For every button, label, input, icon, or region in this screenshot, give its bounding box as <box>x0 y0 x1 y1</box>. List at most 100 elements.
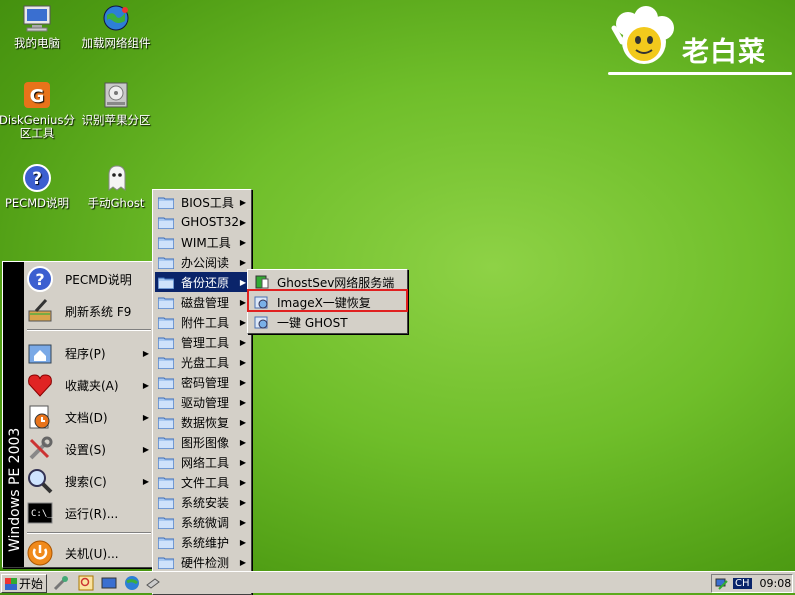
system-tray: CH 09:08 <box>711 574 793 593</box>
submenu-arrow-icon: ▶ <box>239 477 246 487</box>
language-indicator[interactable]: CH <box>733 578 752 589</box>
programs-item-label: 系统安装 <box>181 495 230 510</box>
ghost-icon <box>100 162 132 194</box>
start-item-pecmd-help[interactable]: ? PECMD说明 <box>25 264 153 294</box>
start-item-documents[interactable]: 文档(D) ▶ <box>25 402 153 432</box>
programs-item[interactable]: 硬件检测 ▶ <box>155 552 249 572</box>
programs-item[interactable]: 系统安装 ▶ <box>155 492 249 512</box>
programs-item[interactable]: 驱动管理 ▶ <box>155 392 249 412</box>
network-tray-icon[interactable] <box>715 577 729 591</box>
submenu-arrow-icon: ▶ <box>142 348 149 358</box>
folder-icon <box>158 357 174 369</box>
programs-item-label: 数据恢复 <box>181 415 230 430</box>
programs-item[interactable]: 系统微调 ▶ <box>155 512 249 532</box>
start-menu-band: Windows PE 2003 <box>3 262 24 567</box>
desktop-icon-apple-partition[interactable]: 识别苹果分区 <box>73 79 159 127</box>
programs-item[interactable]: 系统维护 ▶ <box>155 532 249 552</box>
programs-item[interactable]: 文件工具 ▶ <box>155 472 249 492</box>
start-item-run[interactable]: C:\_ 运行(R)... <box>25 498 153 528</box>
programs-item[interactable]: 附件工具 ▶ <box>155 312 249 332</box>
start-menu-band-text: Windows PE 2003 <box>7 427 23 552</box>
quicklaunch-tool-icon[interactable] <box>53 575 69 591</box>
folder-icon <box>158 397 174 409</box>
submenu-arrow-icon: ▶ <box>142 412 149 422</box>
computer-icon <box>21 2 53 34</box>
programs-item-label: 文件工具 <box>181 475 230 490</box>
start-item-shutdown[interactable]: 关机(U)... <box>25 538 153 568</box>
svg-text:?: ? <box>32 169 42 189</box>
programs-item[interactable]: 管理工具 ▶ <box>155 332 249 352</box>
desktop-icon-diskgenius[interactable]: G DiskGenius分区工具 <box>0 79 80 140</box>
start-item-label: PECMD说明 <box>65 272 132 287</box>
start-item-label: 收藏夹(A) <box>65 378 119 393</box>
logo-text: 老白菜 <box>682 37 766 68</box>
quicklaunch-desktop-icon[interactable] <box>101 575 117 591</box>
logo-underline <box>608 72 792 75</box>
desktop-icon-manual-ghost[interactable]: 手动Ghost <box>73 162 159 210</box>
desktop-icon-network[interactable]: 加载网络组件 <box>73 2 159 50</box>
start-item-programs[interactable]: 程序(P) ▶ <box>25 338 153 368</box>
programs-item[interactable]: 数据恢复 ▶ <box>155 412 249 432</box>
svg-text:G: G <box>30 86 45 107</box>
programs-item[interactable]: 图形图像 ▶ <box>155 432 249 452</box>
start-button-label: 开始 <box>19 577 44 591</box>
programs-item[interactable]: 网络工具 ▶ <box>155 452 249 472</box>
programs-item[interactable]: GHOST32 ▶ <box>155 212 249 232</box>
programs-item[interactable]: 办公阅读 ▶ <box>155 252 249 272</box>
start-item-label: 运行(R)... <box>65 506 119 521</box>
programs-item-label: GHOST32 <box>181 215 239 229</box>
programs-item-label: 办公阅读 <box>181 255 230 270</box>
submenu-arrow-icon: ▶ <box>239 417 246 427</box>
submenu-arrow-icon: ▶ <box>239 217 246 227</box>
quicklaunch-drive-icon[interactable] <box>145 575 161 591</box>
diskgenius-icon: G <box>21 79 53 111</box>
backup-item[interactable]: 一键 GHOST <box>250 312 403 332</box>
programs-item-label: 磁盘管理 <box>181 295 230 310</box>
desktop-icon-label: 识别苹果分区 <box>81 113 151 127</box>
folder-icon <box>158 277 174 289</box>
search-icon <box>25 466 55 496</box>
submenu-arrow-icon: ▶ <box>239 317 246 327</box>
settings-tools-icon <box>25 434 55 464</box>
submenu-arrow-icon: ▶ <box>239 257 246 267</box>
programs-item[interactable]: 光盘工具 ▶ <box>155 352 249 372</box>
quicklaunch-browser-icon[interactable] <box>124 575 140 591</box>
submenu-arrow-icon: ▶ <box>142 444 149 454</box>
start-item-settings[interactable]: 设置(S) ▶ <box>25 434 153 464</box>
programs-item[interactable]: 磁盘管理 ▶ <box>155 292 249 312</box>
start-menu: Windows PE 2003 ? PECMD说明 刷新系统 F9 程序(P) … <box>2 261 156 568</box>
start-item-label: 文档(D) <box>65 410 108 425</box>
programs-item-label: 驱动管理 <box>181 395 230 410</box>
globe-network-icon <box>100 2 132 34</box>
imagex-highlight-box <box>247 289 408 312</box>
submenu-arrow-icon: ▶ <box>239 337 246 347</box>
submenu-arrow-icon: ▶ <box>239 237 246 247</box>
desktop-icon-pecmd-help[interactable]: ? PECMD说明 <box>0 162 80 210</box>
folder-icon <box>158 257 174 269</box>
submenu-arrow-icon: ▶ <box>239 377 246 387</box>
svg-text:?: ? <box>35 270 44 289</box>
programs-item[interactable]: WIM工具 ▶ <box>155 232 249 252</box>
desktop-icon-label: 手动Ghost <box>87 196 145 210</box>
start-button[interactable]: 开始 <box>1 574 47 593</box>
start-item-search[interactable]: 搜索(C) ▶ <box>25 466 153 496</box>
programs-item[interactable]: BIOS工具 ▶ <box>155 192 249 212</box>
favorites-heart-icon <box>25 370 55 400</box>
refresh-broom-icon <box>25 296 55 326</box>
start-item-favorites[interactable]: 收藏夹(A) ▶ <box>25 370 153 400</box>
submenu-arrow-icon: ▶ <box>239 397 246 407</box>
desktop-icon-my-computer[interactable]: 我的电脑 <box>0 2 80 50</box>
submenu-arrow-icon: ▶ <box>239 517 246 527</box>
programs-item[interactable]: 密码管理 ▶ <box>155 372 249 392</box>
submenu-arrow-icon: ▶ <box>239 277 246 287</box>
start-item-refresh[interactable]: 刷新系统 F9 <box>25 296 153 326</box>
desktop-icon-label: 我的电脑 <box>14 36 60 50</box>
programs-item[interactable]: 备份还原 ▶ <box>155 272 249 292</box>
start-item-label: 刷新系统 F9 <box>65 304 132 319</box>
clock: 09:08 <box>759 577 792 590</box>
quicklaunch-search-icon[interactable] <box>78 575 94 591</box>
submenu-arrow-icon: ▶ <box>239 437 246 447</box>
submenu-arrow-icon: ▶ <box>142 476 149 486</box>
documents-icon <box>25 402 55 432</box>
submenu-arrow-icon: ▶ <box>239 497 246 507</box>
